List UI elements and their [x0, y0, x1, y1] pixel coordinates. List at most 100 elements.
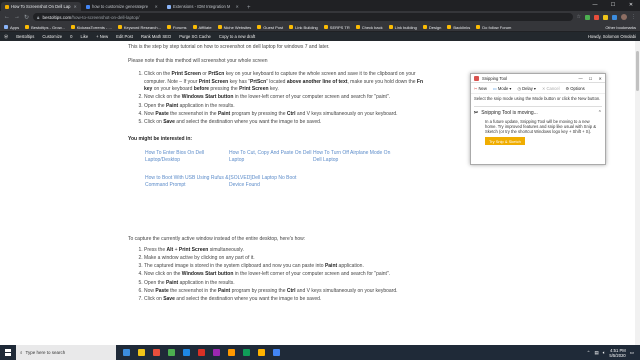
taskbar-app-icon[interactable]: [240, 345, 253, 360]
delay-button[interactable]: ◷ Delay ▾: [517, 86, 535, 91]
bookmark-item[interactable]: Affiliate: [192, 24, 212, 30]
bookmark-icon: [25, 25, 30, 29]
close-button[interactable]: ✕: [598, 76, 602, 81]
bookmark-item[interactable]: Keyword Research...: [117, 25, 161, 30]
try-snip-sketch-button[interactable]: Try Snip & Sketch: [485, 137, 525, 146]
cancel-button[interactable]: ✕ Cancel: [542, 86, 560, 91]
close-tab-icon[interactable]: ✕: [235, 4, 239, 9]
taskbar-app-icon[interactable]: [180, 345, 193, 360]
bookmark-item[interactable]: KickassTorrents - ...: [70, 25, 112, 30]
star-icon[interactable]: ☆: [577, 14, 581, 20]
related-link[interactable]: How To Enter Bios On Dell Laptop/Desktop: [145, 150, 229, 165]
browser-tab-bar: How To Screenshot On Dell Lap ✕ how to cus…: [0, 0, 640, 11]
taskbar-app-icon[interactable]: [120, 345, 133, 360]
related-link[interactable]: How To Cut, Copy And Paste On Dell Lapto…: [229, 150, 313, 165]
bookmark-item[interactable]: Niche Websites: [217, 24, 252, 30]
page-scrollbar[interactable]: [635, 41, 640, 345]
start-button[interactable]: [0, 345, 16, 360]
snip-hint: Select the snip mode using the Mode butt…: [474, 96, 601, 101]
admin-bar-item[interactable]: Purge SG Cache: [179, 34, 211, 39]
steps-list-active: Press the Alt + Print Screen simultaneou…: [128, 247, 428, 303]
window-controls: — ☐ ✕: [586, 0, 640, 11]
options-button[interactable]: ⚙ Options: [566, 86, 585, 91]
taskbar-app-icon[interactable]: [255, 345, 268, 360]
related-link[interactable]: How to Boot With USB Using Rufus & Comma…: [145, 175, 229, 190]
admin-bar-item[interactable]: Like: [80, 34, 88, 39]
admin-bar-item[interactable]: + New: [96, 34, 108, 39]
profile-avatar[interactable]: [621, 14, 627, 20]
extension-icon[interactable]: [585, 14, 590, 20]
bookmark-item[interactable]: Forums: [166, 25, 187, 30]
user-greeting[interactable]: Howdy, Solomon Omolabi: [588, 34, 636, 39]
bookmark-icon: [257, 25, 262, 29]
forward-button[interactable]: →: [14, 14, 20, 20]
bookmark-item[interactable]: Design: [422, 25, 441, 30]
taskbar-app-icon[interactable]: [150, 345, 163, 360]
chevron-up-icon[interactable]: ⌃: [598, 110, 602, 116]
bookmark-item[interactable]: Bestoltips - Grow...: [25, 25, 65, 30]
volume-icon[interactable]: 🔈︎: [603, 350, 606, 355]
bookmark-item[interactable]: Guest Post: [257, 25, 283, 30]
related-link[interactable]: How To Turn Off Airplane Mode On Dell La…: [313, 150, 397, 165]
taskbar-app-icon[interactable]: [270, 345, 283, 360]
maximize-button[interactable]: ☐: [589, 76, 593, 81]
maximize-button[interactable]: ☐: [604, 0, 622, 11]
bookmark-item[interactable]: Check back: [355, 25, 383, 30]
taskbar-search[interactable]: ⌕ Type here to search: [16, 345, 116, 360]
minimize-button[interactable]: —: [579, 76, 583, 81]
clock-date: 5/5/2020: [609, 352, 626, 358]
admin-bar-item[interactable]: Bestoltips: [16, 34, 34, 39]
bookmark-item[interactable]: Link building: [388, 25, 417, 30]
mode-button[interactable]: ▭ Mode ▾: [493, 86, 512, 91]
bookmark-label: Affiliate: [198, 24, 212, 30]
scrollbar-thumb[interactable]: [636, 51, 639, 91]
snipping-tool-titlebar[interactable]: Snipping Tool — ☐ ✕: [471, 74, 605, 83]
browser-tab[interactable]: how to customize generatepre ✕: [82, 2, 162, 11]
browser-tab[interactable]: Extensions - IDM Integration M ✕: [163, 2, 243, 11]
step-item: Now click on the Windows Start button in…: [144, 271, 428, 279]
bookmark-item[interactable]: Do follow Forum: [476, 25, 511, 30]
minimize-button[interactable]: —: [586, 0, 604, 11]
extension-icon[interactable]: [603, 14, 608, 20]
extension-icon[interactable]: [594, 14, 599, 20]
close-tab-icon[interactable]: ✕: [154, 4, 158, 9]
taskbar-app-icon[interactable]: [195, 345, 208, 360]
bookmark-icon: [422, 25, 427, 29]
wordpress-icon[interactable]: Ⓦ: [4, 34, 8, 40]
bookmark-label: Niche Websites: [223, 24, 252, 30]
clock[interactable]: 4:51 PM 5/5/2020: [609, 348, 625, 358]
intro-text: This is the step by step tutorial on how…: [128, 44, 330, 50]
clock-time: 4:51 PM: [610, 347, 626, 353]
close-tab-icon[interactable]: ✕: [73, 4, 77, 9]
taskbar-app-icon[interactable]: [135, 345, 148, 360]
notifications-icon[interactable]: ▭: [630, 350, 634, 356]
lock-icon: 🔒︎: [37, 14, 40, 20]
bookmark-item[interactable]: Link Building: [289, 25, 318, 30]
snipping-toolbar: ✂ New ▭ Mode ▾ ◷ Delay ▾ ✕ Cancel ⚙ Options: [471, 83, 605, 94]
related-link[interactable]: [SOLVED]Dell Laptop No Boot Device Found: [229, 175, 313, 190]
reload-button[interactable]: ↻: [24, 14, 29, 21]
taskbar-app-icon[interactable]: [165, 345, 178, 360]
url-input[interactable]: 🔒︎ bestoltips.com/how-to-screenshot-on-d…: [33, 13, 573, 21]
menu-icon[interactable]: ⋮: [631, 14, 636, 20]
other-bookmarks[interactable]: Other bookmarks: [605, 25, 636, 30]
bookmark-item[interactable]: Backlinks: [447, 25, 470, 30]
admin-bar-item[interactable]: Rank Math SEO: [141, 34, 171, 39]
bookmark-item[interactable]: SERPS TR: [323, 24, 350, 30]
network-icon[interactable]: ▤: [594, 350, 598, 356]
step-item: Make a window active by clicking on any …: [144, 255, 428, 263]
new-snip-button[interactable]: ✂ New: [474, 86, 487, 91]
taskbar-app-icon[interactable]: [225, 345, 238, 360]
bookmark-item[interactable]: Apps: [4, 25, 19, 30]
taskbar-app-icon[interactable]: [210, 345, 223, 360]
admin-bar-item[interactable]: Edit Post: [116, 34, 133, 39]
extension-icon[interactable]: [612, 14, 617, 20]
back-button[interactable]: ←: [4, 14, 10, 20]
browser-tab[interactable]: How To Screenshot On Dell Lap ✕: [1, 2, 81, 11]
close-window-button[interactable]: ✕: [622, 0, 640, 11]
admin-bar-item[interactable]: Copy to a new draft: [219, 34, 255, 39]
admin-bar-item[interactable]: 0: [70, 34, 72, 39]
admin-bar-item[interactable]: Customize: [42, 34, 62, 39]
chevron-up-icon[interactable]: ⌃: [587, 350, 591, 356]
bookmark-label: SERPS TR: [329, 24, 350, 30]
